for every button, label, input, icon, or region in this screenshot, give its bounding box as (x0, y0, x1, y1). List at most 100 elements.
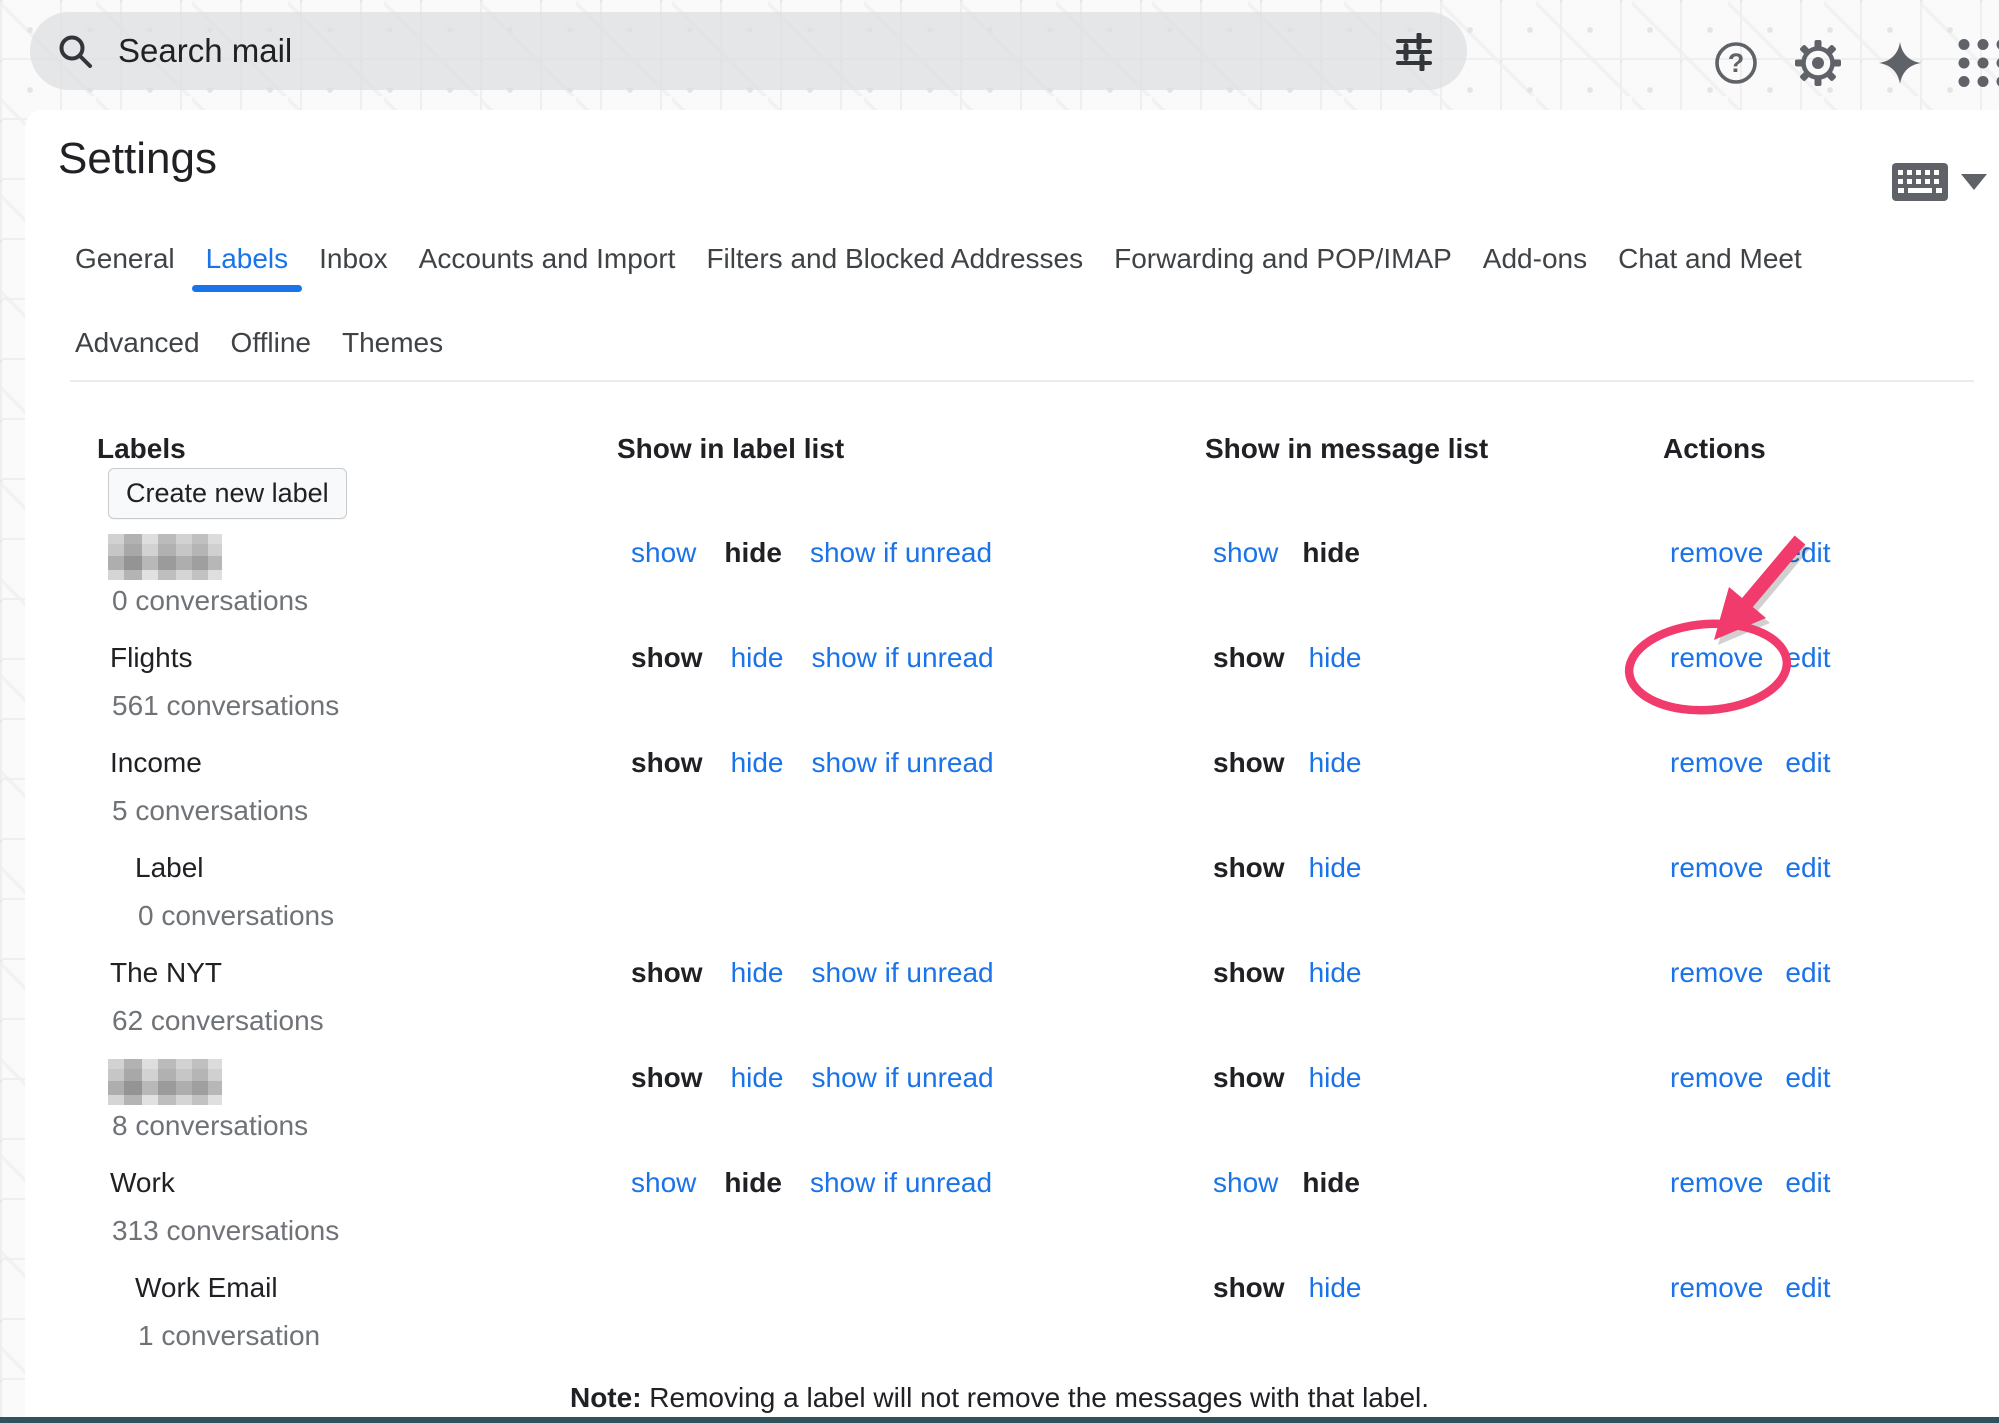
remove-link[interactable]: remove (1670, 536, 1763, 570)
label-name: Work Email (135, 1271, 278, 1305)
label-list-hide-link[interactable]: hide (731, 1061, 784, 1095)
edit-link[interactable]: edit (1785, 1061, 1830, 1095)
tabs-divider (70, 380, 1974, 382)
label-list-show-link[interactable]: show (631, 1166, 696, 1200)
label-list-hide-link[interactable]: hide (731, 746, 784, 780)
message-list-hide-link[interactable]: hide (1309, 851, 1362, 885)
edit-link[interactable]: edit (1785, 536, 1830, 570)
show-in-message-list-options: showhide (1213, 641, 1362, 675)
label-row-redacted: 8 conversationsshowhideshow if unreadsho… (25, 1061, 1999, 1166)
message-list-hide-link[interactable]: hide (1309, 956, 1362, 990)
label-list-show-if-unread-link[interactable]: show if unread (812, 1061, 994, 1095)
tab-chat-and-meet[interactable]: Chat and Meet (1618, 242, 1802, 276)
settings-gear-icon[interactable] (1794, 39, 1842, 87)
label-list-show-link[interactable]: show (631, 536, 696, 570)
footer-note: Note: Removing a label will not remove t… (25, 1382, 1974, 1414)
remove-link[interactable]: remove (1670, 1061, 1763, 1095)
tab-labels[interactable]: Labels (206, 242, 289, 276)
search-bar[interactable]: Search mail (30, 12, 1467, 90)
edit-link[interactable]: edit (1785, 641, 1830, 675)
show-in-message-list-options: show hide (1213, 851, 1362, 885)
help-icon[interactable]: ? (1712, 39, 1760, 87)
label-row-work: Work313 conversationsshowhideshow if unr… (25, 1166, 1999, 1271)
edit-link[interactable]: edit (1785, 851, 1830, 885)
input-tools[interactable] (1891, 162, 1987, 202)
remove-link[interactable]: remove (1670, 956, 1763, 990)
actions: remove edit (1670, 746, 1831, 780)
label-list-show-if-unread-link[interactable]: show if unread (812, 746, 994, 780)
label-row-redacted: 0 conversationsshowhideshow if unreadsho… (25, 536, 1999, 641)
label-list-hide-selected: hide (724, 1166, 782, 1200)
tab-offline[interactable]: Offline (231, 326, 311, 360)
label-list-show-selected: show (631, 746, 703, 780)
label-name: Flights (110, 641, 192, 675)
actions: remove edit (1670, 1271, 1831, 1305)
label-list-show-if-unread-link[interactable]: show if unread (810, 1166, 992, 1200)
label-list-show-if-unread-link[interactable]: show if unread (812, 956, 994, 990)
apps-grid-icon[interactable] (1958, 39, 1999, 87)
conversation-count: 8 conversations (112, 1109, 308, 1143)
remove-link[interactable]: remove (1670, 1166, 1763, 1200)
message-list-show-link[interactable]: show (1213, 536, 1278, 570)
show-in-message-list-options: showhide (1213, 746, 1362, 780)
topbar-icons: ? (1712, 39, 1999, 87)
message-list-show-selected: show (1213, 1271, 1285, 1305)
message-list-hide-link[interactable]: hide (1309, 746, 1362, 780)
gemini-sparkle-icon[interactable] (1876, 39, 1924, 87)
show-in-label-list-options: show hide show if unread (631, 746, 994, 780)
message-list-show-selected: show (1213, 851, 1285, 885)
remove-link[interactable]: remove (1670, 851, 1763, 885)
create-new-label-button[interactable]: Create new label (108, 468, 347, 519)
page-title: Settings (58, 134, 217, 184)
edit-link[interactable]: edit (1785, 746, 1830, 780)
tab-advanced[interactable]: Advanced (75, 326, 200, 360)
message-list-hide-link[interactable]: hide (1309, 1271, 1362, 1305)
show-in-message-list-options: show hide (1213, 536, 1360, 570)
label-list-show-if-unread-link[interactable]: show if unread (810, 536, 992, 570)
edit-link[interactable]: edit (1785, 1271, 1830, 1305)
conversation-count: 0 conversations (112, 584, 308, 618)
settings-tabs-row1: General Labels Inbox Accounts and Import Fil… (75, 242, 1802, 276)
edit-link[interactable]: edit (1785, 1166, 1830, 1200)
label-list-hide-link[interactable]: hide (731, 641, 784, 675)
actions: remove edit (1670, 851, 1831, 885)
search-input[interactable]: Search mail (118, 32, 1467, 70)
tab-accounts-and-import[interactable]: Accounts and Import (419, 242, 676, 276)
tab-general[interactable]: General (75, 242, 175, 276)
remove-link-annotated[interactable]: remove (1670, 641, 1763, 675)
show-in-message-list-options: show hide (1213, 1271, 1362, 1305)
search-icon[interactable] (56, 32, 94, 70)
show-in-label-list-options: showhideshow if unread (631, 1061, 994, 1095)
tab-add-ons[interactable]: Add-ons (1483, 242, 1587, 276)
message-list-show-link[interactable]: show (1213, 1166, 1278, 1200)
show-in-message-list-options: showhide (1213, 1166, 1360, 1200)
actions: remove edit (1670, 956, 1831, 990)
label-list-show-if-unread-link[interactable]: show if unread (812, 641, 994, 675)
tab-filters-and-blocked-addresses[interactable]: Filters and Blocked Addresses (706, 242, 1083, 276)
show-in-label-list-options: show hide show if unread (631, 536, 992, 570)
message-list-hide-link[interactable]: hide (1309, 1061, 1362, 1095)
edit-link[interactable]: edit (1785, 956, 1830, 990)
label-name: Label (135, 851, 204, 885)
conversation-count: 561 conversations (112, 689, 339, 723)
keyboard-icon[interactable] (1891, 162, 1949, 202)
search-options-icon[interactable] (1395, 33, 1433, 71)
actions: remove edit (1670, 641, 1831, 675)
tab-forwarding-and-pop-imap[interactable]: Forwarding and POP/IMAP (1114, 242, 1452, 276)
tab-themes[interactable]: Themes (342, 326, 443, 360)
actions: remove edit (1670, 1061, 1831, 1095)
label-row-work-email: Work Email1 conversationshowhideremoveed… (25, 1271, 1999, 1376)
conversation-count: 62 conversations (112, 1004, 324, 1038)
dropdown-arrow-icon[interactable] (1961, 174, 1987, 190)
message-list-hide-link[interactable]: hide (1309, 641, 1362, 675)
message-list-show-selected: show (1213, 1061, 1285, 1095)
remove-link[interactable]: remove (1670, 746, 1763, 780)
label-list-hide-selected: hide (724, 536, 782, 570)
message-list-hide-selected: hide (1302, 536, 1360, 570)
tab-inbox[interactable]: Inbox (319, 242, 388, 276)
remove-link[interactable]: remove (1670, 1271, 1763, 1305)
label-row-label: Label0 conversationsshowhideremoveedit (25, 851, 1999, 956)
column-header-actions: Actions (1663, 432, 1766, 466)
label-list-hide-link[interactable]: hide (731, 956, 784, 990)
footer-note-prefix: Note: (570, 1382, 642, 1413)
